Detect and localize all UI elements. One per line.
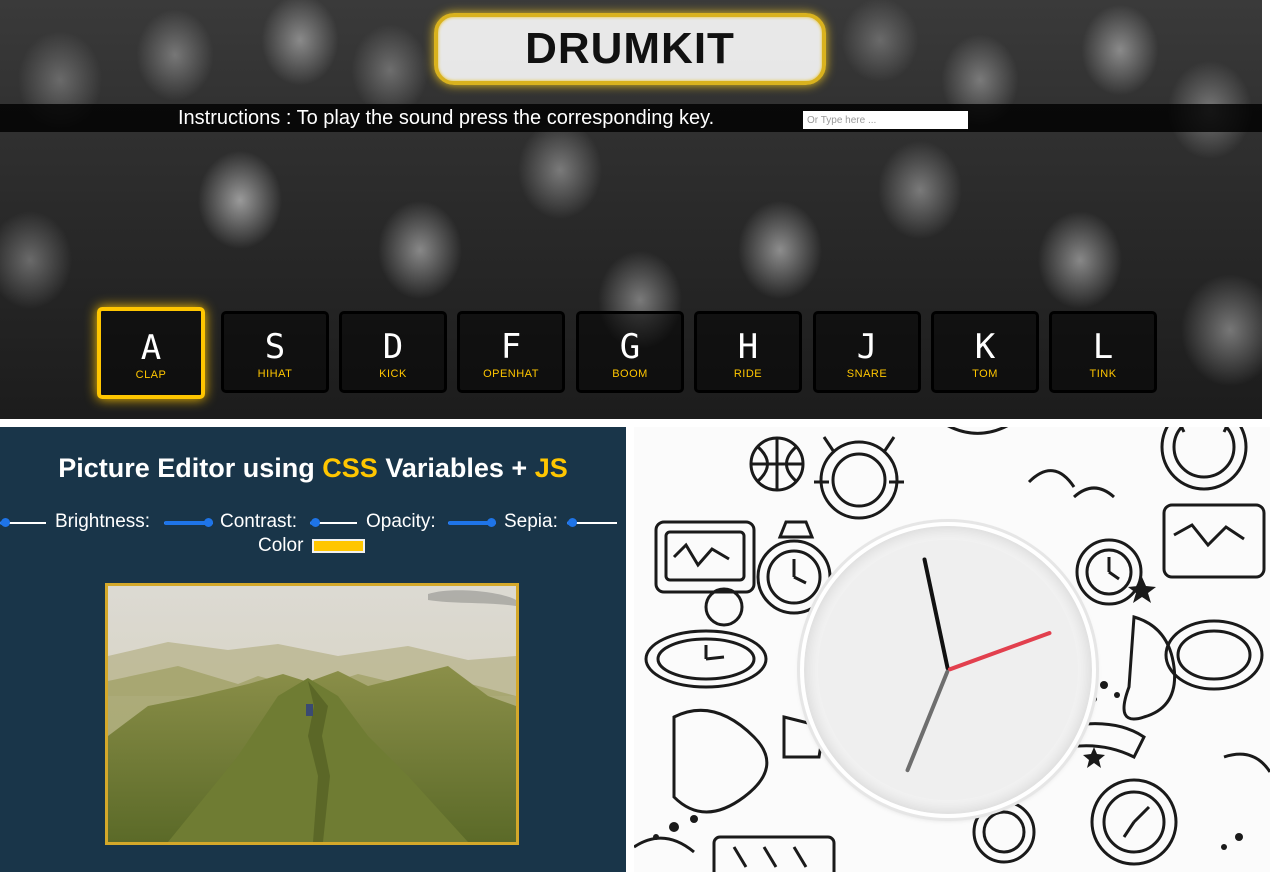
slider-thumb[interactable] (310, 518, 320, 527)
key-letter: S (264, 327, 286, 367)
clock-panel (634, 427, 1270, 872)
brightness-slider[interactable] (164, 518, 213, 527)
key-s[interactable]: S HIHAT (221, 311, 329, 393)
clock-face (818, 540, 1078, 800)
slider-thumb[interactable] (487, 518, 496, 527)
opacity-slider[interactable] (448, 518, 496, 527)
key-sound: SNARE (846, 368, 888, 380)
clock-second-hand (904, 669, 950, 773)
picture-editor-panel: Picture Editor using CSS Variables + JS … (0, 427, 626, 872)
slider-thumb[interactable] (0, 518, 10, 527)
editor-title: Picture Editor using CSS Variables + JS (0, 453, 626, 484)
analog-clock (800, 522, 1096, 818)
title-js-highlight: JS (534, 453, 568, 483)
key-l[interactable]: L TINK (1049, 311, 1157, 393)
key-sound: TINK (1089, 368, 1117, 380)
key-letter: D (382, 327, 404, 367)
clock-minute-hand (947, 630, 1053, 672)
key-letter: G (619, 327, 641, 367)
key-letter: J (856, 327, 878, 367)
title-part: Picture Editor using (58, 453, 323, 483)
key-j[interactable]: J SNARE (813, 311, 921, 393)
editor-controls: Brightness: Contrast: Opacity: Sepia: Co… (0, 511, 626, 571)
drumkit-title: DRUMKIT (525, 24, 735, 73)
mountain-photo-illustration (108, 586, 516, 842)
key-h[interactable]: H RIDE (694, 311, 802, 393)
key-f[interactable]: F OPENHAT (457, 311, 565, 393)
key-k[interactable]: K TOM (931, 311, 1039, 393)
key-letter: L (1092, 327, 1114, 367)
brightness-label: Brightness: (55, 511, 151, 532)
key-letter: A (140, 328, 162, 368)
key-sound: RIDE (733, 368, 763, 380)
key-g[interactable]: G BOOM (576, 311, 684, 393)
clock-hour-hand (922, 557, 950, 671)
type-here-input[interactable] (803, 111, 968, 129)
slider-thumb[interactable] (568, 518, 577, 527)
key-a[interactable]: A CLAP (97, 307, 205, 399)
sepia-label: Sepia: (504, 511, 558, 532)
key-sound: TOM (972, 368, 998, 380)
title-part: Variables + (377, 453, 535, 483)
drumkit-panel: DRUMKIT Instructions : To play the sound… (0, 0, 1262, 419)
instructions-text: Instructions : To play the sound press t… (178, 107, 715, 129)
drumkit-title-box: DRUMKIT (434, 13, 826, 85)
key-sound: KICK (379, 368, 407, 380)
sepia-slider[interactable] (567, 518, 617, 527)
opacity-label: Opacity: (366, 511, 436, 532)
key-letter: F (500, 327, 522, 367)
key-sound: BOOM (612, 368, 648, 380)
edited-photo (105, 583, 519, 845)
key-sound: CLAP (135, 369, 167, 381)
color-label: Color (258, 535, 304, 556)
color-picker[interactable] (312, 539, 365, 553)
contrast-label: Contrast: (220, 511, 298, 532)
key-sound: HIHAT (257, 368, 293, 380)
key-letter: K (974, 327, 996, 367)
key-letter: H (737, 327, 759, 367)
title-css-highlight: CSS (322, 453, 378, 483)
slider-leading[interactable] (0, 518, 46, 527)
key-sound: OPENHAT (483, 368, 539, 380)
contrast-slider[interactable] (310, 518, 357, 527)
slider-thumb[interactable] (204, 518, 213, 527)
key-d[interactable]: D KICK (339, 311, 447, 393)
